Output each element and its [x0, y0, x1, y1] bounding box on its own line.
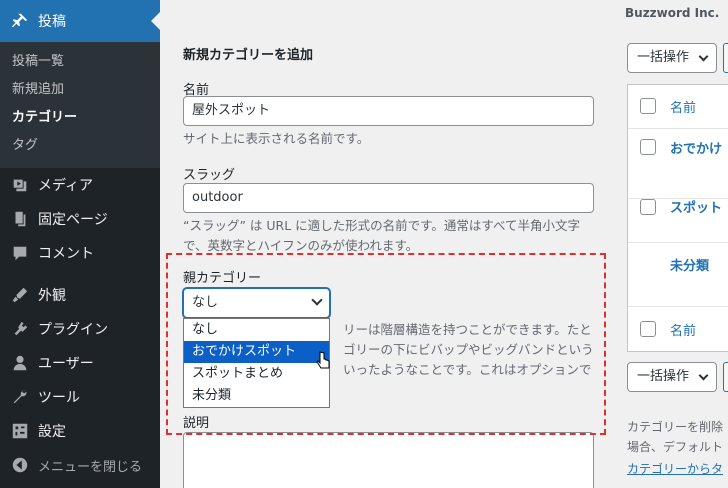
name-column-header[interactable]: 名前 [670, 97, 696, 116]
name-column-footer[interactable]: 名前 [670, 320, 696, 339]
menu-appearance[interactable]: 外観 [0, 278, 160, 312]
menu-users-label: ユーザー [38, 356, 94, 372]
category-name-link[interactable]: 未分類 [670, 255, 709, 274]
delete-note-line-2: 場合、デフォルト [627, 440, 724, 454]
parent-desc-line-3: いったようなことです。これはオプションで [343, 362, 592, 377]
menu-posts-label: 投稿 [38, 14, 66, 30]
page-icon [10, 209, 30, 229]
parent-category-dropdown: なし おでかけスポット スポットまとめ 未分類 [183, 318, 330, 408]
slug-label: スラッグ [183, 168, 236, 183]
mouse-pointer-icon [316, 351, 330, 369]
parent-category-select[interactable]: なし [183, 288, 330, 318]
add-category-form: 新規カテゴリーを追加 名前 屋外スポット サイト上に表示される名前です。 スラッ… [170, 0, 610, 488]
name-input[interactable]: 屋外スポット [183, 96, 594, 126]
parent-category-label: 親カテゴリー [183, 271, 262, 286]
category-name-link[interactable]: おでかけ [670, 138, 722, 157]
apply-button-top[interactable] [723, 43, 728, 73]
category-list-panel: Buzzword Inc. 一括操作 名前 おでかけ スポット 未分類 名前 一… [617, 0, 728, 488]
menu-tools-label: ツール [38, 390, 80, 406]
parent-desc-line-2: ゴリーの下にビバップやビッグバンドという [343, 342, 594, 357]
posts-submenu: 投稿一覧 新規追加 カテゴリー タグ [0, 42, 160, 168]
collapse-icon [10, 455, 30, 475]
submenu-all-posts[interactable]: 投稿一覧 [0, 48, 160, 76]
bulk-action-select-bottom[interactable]: 一括操作 [627, 362, 717, 392]
table-row: スポット [628, 199, 728, 243]
apply-button-bottom[interactable] [723, 362, 728, 392]
form-title: 新規カテゴリーを追加 [183, 48, 314, 63]
pin-icon [10, 11, 30, 31]
row-checkbox[interactable] [640, 199, 656, 215]
row-checkbox[interactable] [640, 139, 656, 155]
submenu-add-new[interactable]: 新規追加 [0, 76, 160, 104]
menu-media-label: メディア [38, 178, 94, 194]
option-spot-matome[interactable]: スポットまとめ [184, 363, 329, 385]
appearance-icon [10, 285, 30, 305]
table-footer-row: 名前 [628, 307, 728, 351]
user-icon [10, 353, 30, 373]
settings-icon [10, 421, 30, 441]
menu-media[interactable]: メディア [0, 168, 160, 202]
convert-category-link[interactable]: カテゴリーからタ [627, 460, 723, 477]
submenu-tags[interactable]: タグ [0, 132, 160, 160]
menu-plugins[interactable]: プラグイン [0, 312, 160, 346]
collapse-menu-button[interactable]: メニューを閉じる [0, 448, 160, 482]
table-row: おでかけ [628, 129, 728, 199]
slug-description-line-1: “スラッグ” は URL に適した形式の名前です。通常はすべて半角小文字 [183, 218, 581, 233]
menu-comments-label: コメント [38, 246, 94, 262]
plugin-icon [10, 319, 30, 339]
comment-icon [10, 243, 30, 263]
name-description: サイト上に表示される名前です。 [183, 131, 370, 146]
parent-select-value: なし [192, 295, 219, 310]
menu-plugins-label: プラグイン [38, 322, 108, 338]
menu-comments[interactable]: コメント [0, 236, 160, 270]
wrench-icon [10, 387, 30, 407]
option-uncategorized[interactable]: 未分類 [184, 385, 329, 407]
menu-settings-label: 設定 [38, 424, 66, 440]
option-odekake-spot[interactable]: おでかけスポット [184, 341, 329, 363]
submenu-categories[interactable]: カテゴリー [0, 104, 160, 132]
chevron-down-icon [311, 294, 323, 306]
select-all-checkbox[interactable] [640, 98, 656, 114]
chevron-down-icon [698, 370, 709, 381]
option-none[interactable]: なし [184, 319, 329, 341]
category-name-link[interactable]: スポット [670, 197, 722, 216]
menu-tools[interactable]: ツール [0, 380, 160, 414]
menu-settings[interactable]: 設定 [0, 414, 160, 448]
current-menu-arrow [151, 12, 160, 30]
menu-posts[interactable]: 投稿 [0, 0, 160, 42]
admin-sidebar: 投稿 投稿一覧 新規追加 カテゴリー タグ メディア 固定ページ コメント 外観… [0, 0, 160, 488]
select-all-checkbox-bottom[interactable] [640, 321, 656, 337]
table-header-row: 名前 [628, 85, 728, 129]
slug-input[interactable]: outdoor [183, 183, 594, 213]
collapse-menu-label: メニューを閉じる [38, 459, 143, 475]
menu-appearance-label: 外観 [38, 288, 66, 304]
category-table: 名前 おでかけ スポット 未分類 名前 [627, 84, 728, 352]
description-textarea[interactable] [183, 432, 594, 488]
parent-desc-line-1: リーは階層構造を持つことができます。たと [343, 322, 592, 337]
menu-pages[interactable]: 固定ページ [0, 202, 160, 236]
menu-users[interactable]: ユーザー [0, 346, 160, 380]
bulk-action-label: 一括操作 [637, 369, 690, 384]
menu-pages-label: 固定ページ [38, 212, 108, 228]
delete-note-line-1: カテゴリーを削除 [627, 420, 724, 434]
table-row: 未分類 [628, 243, 728, 307]
slug-description-line-2: で、英数字とハイフンのみが使われます。 [183, 238, 419, 253]
description-label: 説明 [183, 416, 210, 431]
chevron-down-icon [698, 51, 709, 62]
bulk-action-label: 一括操作 [637, 50, 690, 65]
bulk-action-select-top[interactable]: 一括操作 [627, 43, 717, 73]
media-icon [10, 175, 30, 195]
brand-watermark: Buzzword Inc. [625, 6, 720, 20]
